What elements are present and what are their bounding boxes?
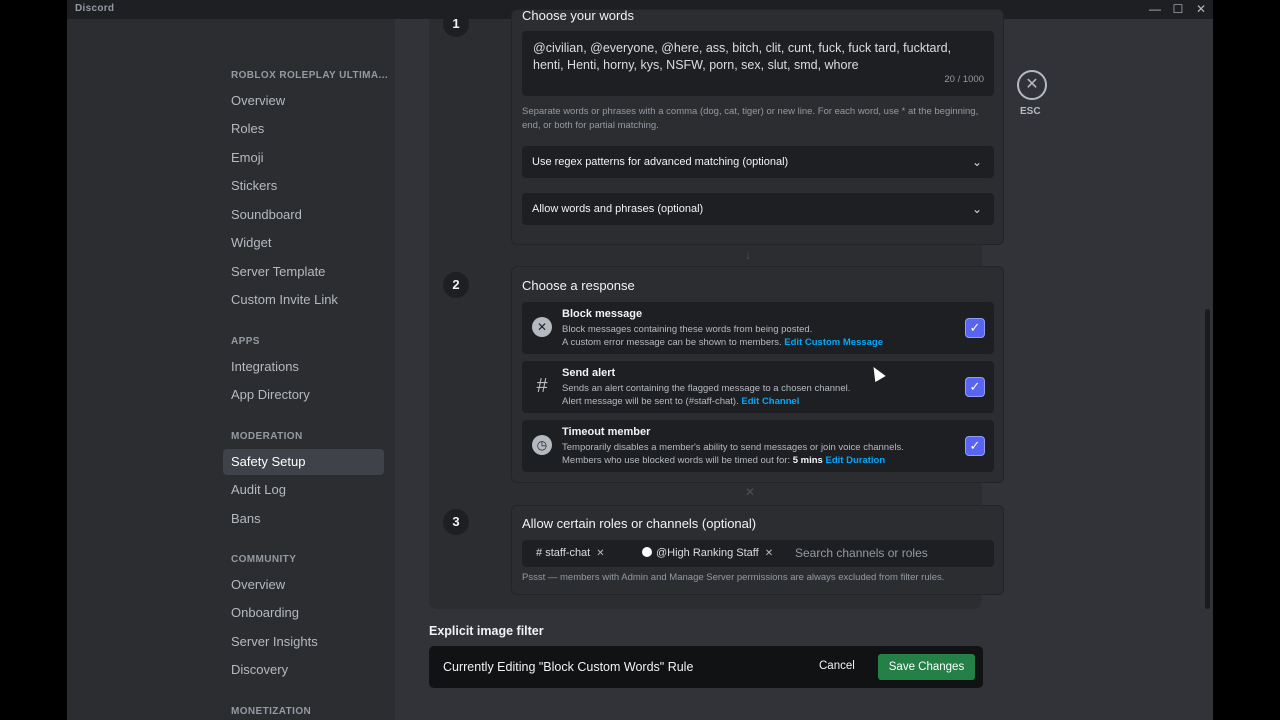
edit-custom-message-link[interactable]: Edit Custom Message	[784, 337, 883, 348]
block-message-desc: Block messages containing these words fr…	[562, 324, 813, 335]
keyword-textarea[interactable]: @civilian, @everyone, @here, ass, bitch,…	[522, 31, 994, 96]
sidebar-item-emoji[interactable]: Emoji	[223, 145, 384, 171]
save-changes-button[interactable]: Save Changes	[878, 654, 975, 680]
step-3-card: Allow certain roles or channels (optiona…	[511, 505, 1004, 595]
block-circle-x-icon: ✕	[532, 317, 552, 337]
editing-notice-text: Currently Editing "Block Custom Words" R…	[443, 660, 694, 674]
send-alert-title: Send alert	[562, 367, 616, 379]
sidebar-item-bans[interactable]: Bans	[223, 506, 384, 532]
sidebar-item-custom-invite-link[interactable]: Custom Invite Link	[223, 287, 384, 313]
scrollbar[interactable]	[1205, 309, 1210, 609]
exempt-selector[interactable]: # staff-chat ✕ @High Ranking Staff ✕ Searc…	[522, 540, 994, 567]
close-window-button[interactable]: ✕	[1189, 1, 1213, 18]
connector-x-icon: ✕	[745, 485, 756, 499]
chevron-down-icon: ⌄	[971, 202, 982, 216]
send-alert-desc: Sends an alert containing the flagged me…	[562, 383, 851, 394]
close-settings-button[interactable]: ✕	[1017, 70, 1047, 100]
hashtag-icon: #	[536, 547, 546, 559]
rule-editor-panel: 1 Choose your words @civilian, @everyone…	[429, 8, 1004, 609]
keyword-list: @civilian, @everyone, @here, ass, bitch,…	[533, 41, 952, 72]
exempt-search-input[interactable]: Search channels or roles	[795, 545, 928, 562]
sidebar-item-server-template[interactable]: Server Template	[223, 259, 384, 285]
moderation-heading: MODERATION	[231, 431, 303, 442]
step-3-number: 3	[443, 509, 469, 535]
sidebar-item-audit-log[interactable]: Audit Log	[223, 477, 384, 503]
hashtag-icon: #	[536, 375, 548, 397]
chevron-down-icon: ⌄	[971, 155, 982, 169]
timeout-duration: 5 mins	[792, 455, 823, 466]
sidebar-item-integrations[interactable]: Integrations	[223, 354, 384, 380]
timeout-member-checkbox[interactable]: ✓	[965, 436, 985, 456]
app-name: Discord	[75, 3, 115, 14]
unsaved-changes-bar: Currently Editing "Block Custom Words" R…	[429, 646, 983, 688]
maximize-button[interactable]: ☐	[1166, 1, 1190, 18]
sidebar-item-server-insights[interactable]: Server Insights	[223, 629, 384, 655]
send-alert-checkbox[interactable]: ✓	[965, 377, 985, 397]
settings-sidebar: ROBLOX ROLEPLAY ULTIMA... Overview Roles…	[67, 19, 395, 720]
explicit-image-filter-heading: Explicit image filter	[429, 624, 544, 638]
esc-label: ESC	[1020, 106, 1041, 117]
arrow-down-icon: ↓	[745, 248, 751, 262]
timeout-member-desc2: Members who use blocked words will be ti…	[562, 455, 886, 466]
monetization-heading: MONETIZATION	[231, 706, 312, 717]
minimize-button[interactable]: —	[1143, 1, 1167, 18]
sidebar-item-stickers[interactable]: Stickers	[223, 173, 384, 199]
step-1-title: Choose your words	[522, 8, 634, 23]
timeout-member-title: Timeout member	[562, 426, 651, 438]
allow-words-accordion[interactable]: Allow words and phrases (optional) ⌄	[522, 193, 994, 225]
timeout-member-desc: Temporarily disables a member's ability …	[562, 442, 904, 453]
step-1-card: Choose your words @civilian, @everyone, …	[511, 8, 1004, 245]
role-color-dot	[642, 547, 652, 557]
chip-high-ranking-staff[interactable]: @High Ranking Staff ✕	[642, 545, 773, 562]
apps-heading: APPS	[231, 336, 260, 347]
discord-window: Discord — ☐ ✕ ROBLOX ROLEPLAY ULTIMA... …	[67, 0, 1213, 720]
sidebar-item-onboarding[interactable]: Onboarding	[223, 600, 384, 626]
block-message-checkbox[interactable]: ✓	[965, 318, 985, 338]
step-2-card: Choose a response ✕ Block message Block …	[511, 266, 1004, 483]
keyword-hint: Separate words or phrases with a comma (…	[522, 106, 979, 131]
block-message-title: Block message	[562, 308, 643, 320]
close-icon: ✕	[1025, 76, 1039, 93]
remove-chip-icon[interactable]: ✕	[596, 548, 604, 559]
regex-accordion-label: Use regex patterns for advanced matching…	[532, 156, 789, 168]
cancel-button[interactable]: Cancel	[819, 660, 855, 672]
step-1-number: 1	[443, 11, 469, 37]
sidebar-item-overview[interactable]: Overview	[223, 88, 384, 114]
edit-duration-link[interactable]: Edit Duration	[826, 455, 886, 466]
sidebar-item-roles[interactable]: Roles	[223, 116, 384, 142]
sidebar-item-app-directory[interactable]: App Directory	[223, 382, 384, 408]
character-counter: 20 / 1000	[944, 74, 984, 85]
regex-accordion[interactable]: Use regex patterns for advanced matching…	[522, 146, 994, 178]
main-content: 1 Choose your words @civilian, @everyone…	[395, 8, 1213, 720]
sidebar-item-discovery[interactable]: Discovery	[223, 657, 384, 683]
server-name-heading: ROBLOX ROLEPLAY ULTIMA...	[231, 70, 389, 81]
remove-chip-icon[interactable]: ✕	[765, 548, 773, 559]
allow-words-accordion-label: Allow words and phrases (optional)	[532, 203, 704, 215]
response-timeout-member[interactable]: ◷ Timeout member Temporarily disables a …	[522, 420, 994, 472]
response-block-message[interactable]: ✕ Block message Block messages containin…	[522, 302, 994, 354]
timeout-clock-icon: ◷	[532, 435, 552, 455]
edit-channel-link[interactable]: Edit Channel	[741, 396, 799, 407]
step-2-title: Choose a response	[522, 278, 635, 293]
step-2-number: 2	[443, 272, 469, 298]
block-message-desc2: A custom error message can be shown to m…	[562, 337, 884, 348]
send-alert-desc2: Alert message will be sent to (#staff-ch…	[562, 396, 800, 407]
step-3-title: Allow certain roles or channels (optiona…	[522, 516, 757, 531]
sidebar-item-community-overview[interactable]: Overview	[223, 572, 384, 598]
response-send-alert[interactable]: # Send alert Sends an alert containing t…	[522, 361, 994, 413]
sidebar-item-soundboard[interactable]: Soundboard	[223, 202, 384, 228]
exempt-hint: Pssst — members with Admin and Manage Se…	[522, 572, 945, 583]
community-heading: COMMUNITY	[231, 554, 297, 565]
sidebar-item-widget[interactable]: Widget	[223, 230, 384, 256]
chip-staff-chat[interactable]: # staff-chat ✕	[536, 545, 605, 562]
sidebar-item-safety-setup[interactable]: Safety Setup	[223, 449, 384, 475]
